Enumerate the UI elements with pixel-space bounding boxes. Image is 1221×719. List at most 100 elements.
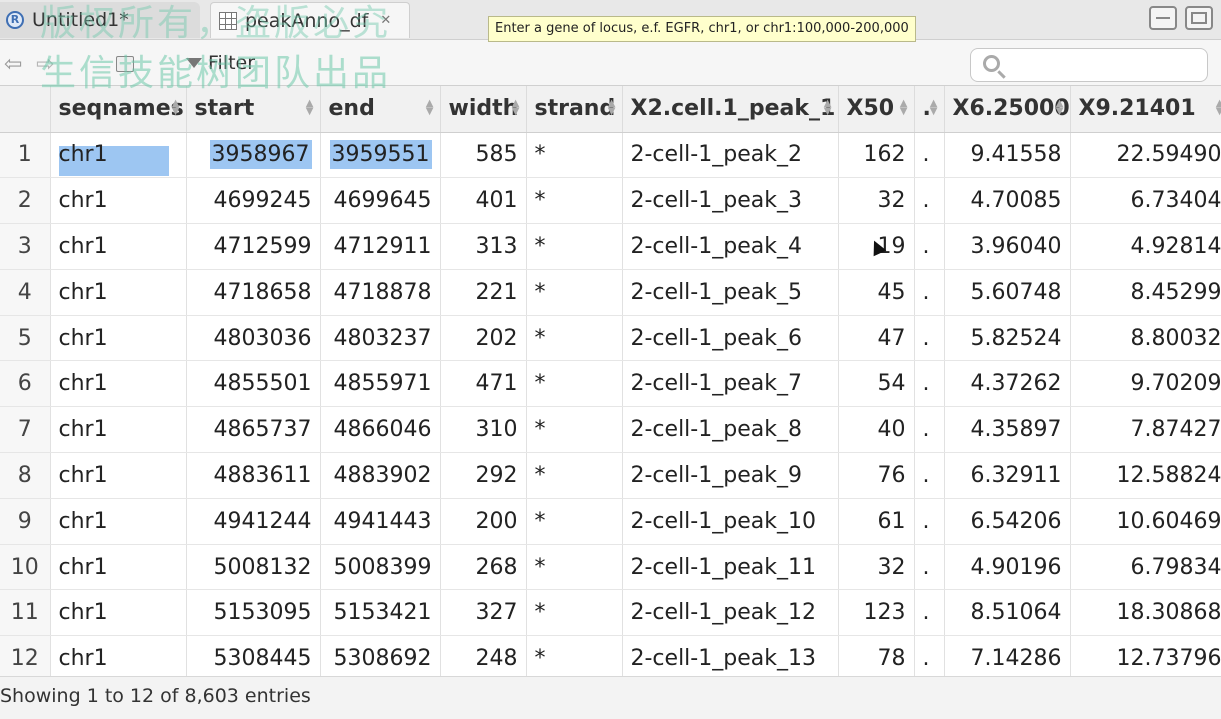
table-cell[interactable]: 4883611 xyxy=(186,452,321,499)
table-cell[interactable]: . xyxy=(914,315,945,362)
table-cell[interactable]: chr1 xyxy=(50,315,187,362)
table-row[interactable]: 6 chr1 4855501 4855971 471 * 2-cell-1_peak_7 54… xyxy=(0,360,1221,408)
sort-arrows-icon[interactable]: ▲▼ xyxy=(900,99,908,117)
column-header[interactable]: end ▲ ▼ xyxy=(320,86,441,133)
table-cell[interactable]: 4883902 xyxy=(320,452,441,499)
table-cell[interactable]: 40 xyxy=(838,406,915,454)
table-cell[interactable]: 4718658 xyxy=(186,269,321,316)
table-row[interactable]: 12 chr1 5308445 5308692 248 * 2-cell-1_peak_13… xyxy=(0,635,1221,676)
table-cell[interactable]: 6.54206 xyxy=(944,498,1071,545)
table-cell[interactable]: 471 xyxy=(440,360,527,408)
table-row[interactable]: 2 chr1 4699245 4699645 401 * 2-cell-1_peak_3 32… xyxy=(0,177,1221,225)
table-cell[interactable]: 7.14286 xyxy=(944,635,1071,676)
table-cell[interactable]: 5.82524 xyxy=(944,315,1071,362)
sort-arrows-icon[interactable]: ▲▼ xyxy=(824,99,832,117)
table-row[interactable]: 7 chr1 4865737 4866046 310 * 2-cell-1_peak_8 40… xyxy=(0,406,1221,454)
table-cell[interactable]: 123 xyxy=(838,589,915,637)
table-cell[interactable]: 5308445 xyxy=(186,635,321,676)
column-header[interactable]: X9.21401 ▲▼ xyxy=(1070,86,1221,133)
table-row[interactable]: 8 chr1 4883611 4883902 292 * 2-cell-1_peak_9 76… xyxy=(0,452,1221,499)
table-cell[interactable]: 202 xyxy=(440,315,527,362)
table-cell[interactable]: 7.87427 xyxy=(1070,406,1221,454)
close-icon[interactable]: ✕ xyxy=(380,13,391,28)
table-cell[interactable]: * xyxy=(526,223,623,270)
table-cell[interactable]: 4.92814 xyxy=(1070,223,1221,270)
table-cell[interactable]: 2-cell-1_peak_13 xyxy=(622,635,839,676)
table-cell[interactable]: 4699245 xyxy=(186,177,321,225)
sort-arrows-icon[interactable]: ▲▼ xyxy=(1056,99,1064,117)
table-cell[interactable]: 54 xyxy=(838,360,915,408)
table-cell[interactable]: chr1 xyxy=(50,223,187,270)
table-cell[interactable]: . xyxy=(914,269,945,316)
table-cell[interactable]: 61 xyxy=(838,498,915,545)
sort-arrows-icon[interactable]: ▲▼ xyxy=(426,99,434,117)
table-cell[interactable]: * xyxy=(526,269,623,316)
table-cell[interactable]: 3958967 xyxy=(186,132,321,179)
table-cell[interactable]: 4712599 xyxy=(186,223,321,270)
table-cell[interactable]: 2-cell-1_peak_9 xyxy=(622,452,839,499)
table-cell[interactable]: * xyxy=(526,589,623,637)
column-header[interactable]: . ▲ ▼ xyxy=(914,86,945,133)
table-cell[interactable]: 221 xyxy=(440,269,527,316)
table-row[interactable]: 5 chr1 4803036 4803237 202 * 2-cell-1_peak_6 47… xyxy=(0,315,1221,362)
table-cell[interactable]: * xyxy=(526,315,623,362)
table-cell[interactable]: . xyxy=(914,177,945,225)
table-cell[interactable]: 401 xyxy=(440,177,527,225)
column-header[interactable]: strand ▲ ▼ xyxy=(526,86,623,133)
table-cell[interactable]: 8.80032 xyxy=(1070,315,1221,362)
table-cell[interactable]: chr1 xyxy=(50,635,187,676)
table-cell[interactable]: 3.96040 xyxy=(944,223,1071,270)
table-cell[interactable]: 4855971 xyxy=(320,360,441,408)
filter-button[interactable]: Filter xyxy=(186,52,255,74)
table-cell[interactable]: 9.41558 xyxy=(944,132,1071,179)
table-cell[interactable]: 8.45299 xyxy=(1070,269,1221,316)
sort-arrows-icon[interactable]: ▲▼ xyxy=(172,99,180,117)
table-cell[interactable]: 2-cell-1_peak_2 xyxy=(622,132,839,179)
column-header[interactable]: seqnames ▲ ▼ xyxy=(50,86,187,133)
table-cell[interactable]: chr1 xyxy=(50,544,187,591)
minimize-button[interactable] xyxy=(1149,6,1177,30)
sort-arrows-icon[interactable]: ▲▼ xyxy=(512,99,520,117)
table-cell[interactable]: 162 xyxy=(838,132,915,179)
table-cell[interactable]: chr1 xyxy=(50,498,187,545)
table-cell[interactable]: 47 xyxy=(838,315,915,362)
table-cell[interactable]: 2-cell-1_peak_6 xyxy=(622,315,839,362)
column-header[interactable]: start ▲ ▼ xyxy=(186,86,321,133)
table-cell[interactable]: 2-cell-1_peak_7 xyxy=(622,360,839,408)
table-cell[interactable]: 4.90196 xyxy=(944,544,1071,591)
table-cell[interactable]: 32 xyxy=(838,544,915,591)
table-cell[interactable]: 2-cell-1_peak_3 xyxy=(622,177,839,225)
table-cell[interactable]: 200 xyxy=(440,498,527,545)
maximize-button[interactable] xyxy=(1185,6,1213,30)
table-row[interactable]: 1 chr1 3958967 3959551 585 * 2-cell-1_peak_2 16… xyxy=(0,132,1221,179)
sort-arrows-icon[interactable]: ▲▼ xyxy=(608,99,616,117)
table-row[interactable]: 10 chr1 5008132 5008399 268 * 2-cell-1_peak_11… xyxy=(0,544,1221,591)
table-cell[interactable]: chr1 xyxy=(50,452,187,499)
table-cell[interactable]: . xyxy=(914,132,945,179)
table-cell[interactable]: . xyxy=(914,544,945,591)
table-cell[interactable]: . xyxy=(914,589,945,637)
table-cell[interactable]: 4866046 xyxy=(320,406,441,454)
column-header[interactable]: X2.cell.1_peak_1 ▲ ▼ xyxy=(622,86,839,133)
table-cell[interactable]: . xyxy=(914,498,945,545)
table-cell[interactable]: 313 xyxy=(440,223,527,270)
table-cell[interactable]: chr1 xyxy=(50,132,187,179)
table-cell[interactable]: * xyxy=(526,132,623,179)
table-cell[interactable]: . xyxy=(914,635,945,676)
table-cell[interactable]: 4855501 xyxy=(186,360,321,408)
table-cell[interactable]: 6.73404 xyxy=(1070,177,1221,225)
search-input[interactable] xyxy=(970,48,1208,82)
table-cell[interactable]: 6.79834 xyxy=(1070,544,1221,591)
table-cell[interactable]: 2-cell-1_peak_5 xyxy=(622,269,839,316)
table-cell[interactable]: . xyxy=(914,452,945,499)
table-cell[interactable]: 4941244 xyxy=(186,498,321,545)
table-cell[interactable]: 4718878 xyxy=(320,269,441,316)
table-cell[interactable]: 310 xyxy=(440,406,527,454)
table-row[interactable]: 3 chr1 4712599 4712911 313 * 2-cell-1_peak_4 19… xyxy=(0,223,1221,270)
table-cell[interactable]: 248 xyxy=(440,635,527,676)
table-cell[interactable]: 2-cell-1_peak_4 xyxy=(622,223,839,270)
table-cell[interactable]: 5008132 xyxy=(186,544,321,591)
table-cell[interactable]: * xyxy=(526,360,623,408)
sort-arrows-icon[interactable]: ▲▼ xyxy=(1216,99,1221,117)
table-cell[interactable]: chr1 xyxy=(50,177,187,225)
